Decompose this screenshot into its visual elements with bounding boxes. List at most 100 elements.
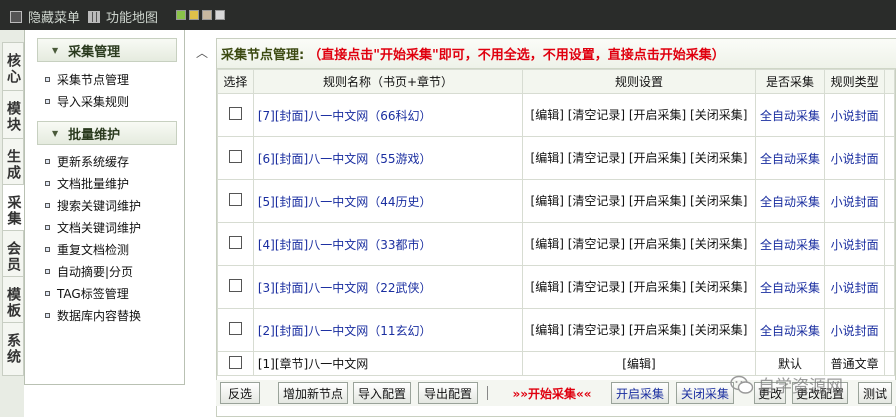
- menu-item-tag-manage[interactable]: TAG标签管理: [45, 282, 129, 304]
- menu-item-collect-nodes[interactable]: 采集节点管理: [45, 68, 129, 90]
- bullet-icon: [45, 246, 50, 252]
- menu-group-label: 批量维护: [68, 127, 121, 143]
- panel-title-label: 采集节点管理:: [221, 48, 305, 63]
- row-settings-links[interactable]: [编辑] [清空记录] [开启采集] [关闭采集]: [522, 136, 756, 180]
- row-rule-name[interactable]: [5][封面]八一中文网（44历史）: [252, 179, 524, 223]
- menu-item-db-replace[interactable]: 数据库内容替换: [45, 304, 141, 326]
- row-checkbox[interactable]: [228, 236, 242, 249]
- row-auto-collect[interactable]: 全自动采集: [754, 136, 826, 180]
- skin-swatch-green[interactable]: [176, 10, 186, 20]
- collapse-arrow-icon[interactable]: ︿: [196, 44, 208, 61]
- invert-select-button[interactable]: 反选: [220, 382, 260, 404]
- row-auto-collect[interactable]: 全自动采集: [754, 179, 826, 223]
- col-header-auto: 是否采集: [754, 69, 826, 94]
- table-row: [2][封面]八一中文网（11玄幻） [编辑] [清空记录] [开启采集] [关…: [217, 308, 895, 352]
- row-rule-type[interactable]: 小说封面: [824, 93, 886, 137]
- import-config-button[interactable]: 导入配置: [353, 382, 411, 404]
- triangle-down-icon: ▼: [52, 45, 59, 55]
- col-header-select: 选择: [217, 69, 254, 94]
- menu-item-update-cache[interactable]: 更新系统缓存: [45, 150, 129, 172]
- menu-group-collect[interactable]: ▼ 采集管理: [37, 38, 177, 62]
- sidebar-menu: ▼ 采集管理 采集节点管理 导入采集规则 ▼ 批量维护 更新系统缓存 文档批量维…: [24, 30, 185, 385]
- wechat-logo-icon: [730, 375, 754, 394]
- test-button[interactable]: 测试: [858, 382, 892, 404]
- site-map-label: 功能地图: [106, 11, 159, 26]
- row-rule-type[interactable]: 小说封面: [824, 308, 886, 352]
- left-tabs: 核心 模块 生成 采集 会员 模板 系统: [0, 30, 24, 417]
- table-header-row: 选择 规则名称（书页+章节） 规则设置 是否采集 规则类型: [217, 69, 895, 94]
- col-header-extra: [884, 69, 895, 94]
- col-header-name: 规则名称（书页+章节）: [252, 69, 524, 94]
- skin-swatch-yellow[interactable]: [189, 10, 199, 20]
- watermark-text: 自学资源网: [758, 377, 843, 397]
- collect-node-panel: 采集节点管理: （直接点击"开始采集"即可，不用全选，不用设置，直接点击开始采集…: [216, 38, 896, 417]
- menu-item-duplicate-check[interactable]: 重复文档检测: [45, 238, 129, 260]
- hide-menu-link[interactable]: 隐藏菜单: [10, 7, 80, 26]
- start-collect-button[interactable]: »»开始采集««: [497, 382, 607, 404]
- row-rule-type[interactable]: 小说封面: [824, 265, 886, 309]
- row-rule-name[interactable]: [3][封面]八一中文网（22武侠）: [252, 265, 524, 309]
- menu-item-label: 自动摘要|分页: [57, 264, 134, 279]
- row-auto-collect[interactable]: 全自动采集: [754, 265, 826, 309]
- nodes-table: 选择 规则名称（书页+章节） 规则设置 是否采集 规则类型 [7][封面]八一中…: [217, 69, 895, 376]
- enable-collect-button[interactable]: 开启采集: [611, 382, 669, 404]
- panel-title: 采集节点管理: （直接点击"开始采集"即可，不用全选，不用设置，直接点击开始采集…: [217, 39, 896, 69]
- disable-collect-button[interactable]: 关闭采集: [676, 382, 734, 404]
- bullet-icon: [45, 268, 50, 274]
- bullet-icon: [45, 158, 50, 164]
- row-settings-links[interactable]: [编辑] [清空记录] [开启采集] [关闭采集]: [522, 308, 756, 352]
- col-header-settings: 规则设置: [522, 69, 756, 94]
- row-checkbox[interactable]: [228, 322, 242, 335]
- table-row: [3][封面]八一中文网（22武侠） [编辑] [清空记录] [开启采集] [关…: [217, 265, 895, 309]
- row-settings-links[interactable]: [编辑] [清空记录] [开启采集] [关闭采集]: [522, 222, 756, 266]
- tab-module[interactable]: 模块: [2, 90, 24, 144]
- add-node-button[interactable]: 增加新节点: [278, 382, 348, 404]
- menu-item-batch-docs[interactable]: 文档批量维护: [45, 172, 129, 194]
- skin-swatch-gray[interactable]: [215, 10, 225, 20]
- menu-item-import-rules[interactable]: 导入采集规则: [45, 90, 129, 112]
- menu-item-label: TAG标签管理: [57, 286, 129, 301]
- menu-item-label: 更新系统缓存: [57, 154, 130, 169]
- row-settings-links[interactable]: [编辑]: [522, 351, 756, 376]
- skin-swatch-tan[interactable]: [202, 10, 212, 20]
- row-settings-links[interactable]: [编辑] [清空记录] [开启采集] [关闭采集]: [522, 265, 756, 309]
- menu-item-auto-summary[interactable]: 自动摘要|分页: [45, 260, 133, 282]
- menu-item-label: 文档关键词维护: [57, 220, 142, 235]
- hide-menu-icon: [10, 10, 22, 23]
- row-checkbox[interactable]: [228, 279, 242, 292]
- tab-system[interactable]: 系统: [2, 322, 24, 376]
- row-auto-collect[interactable]: 全自动采集: [754, 222, 826, 266]
- row-settings-links[interactable]: [编辑] [清空记录] [开启采集] [关闭采集]: [522, 93, 756, 137]
- row-rule-name[interactable]: [4][封面]八一中文网（33都市）: [252, 222, 524, 266]
- row-rule-type[interactable]: 小说封面: [824, 179, 886, 223]
- site-map-link[interactable]: 功能地图: [88, 7, 158, 26]
- menu-item-doc-keywords[interactable]: 文档关键词维护: [45, 216, 141, 238]
- row-auto-collect[interactable]: 全自动采集: [754, 308, 826, 352]
- row-rule-name[interactable]: [1][章节]八一中文网: [252, 351, 524, 376]
- row-checkbox[interactable]: [228, 107, 242, 120]
- toolbar-separator: [487, 386, 488, 400]
- menu-item-search-keywords[interactable]: 搜索关键词维护: [45, 194, 141, 216]
- menu-item-label: 数据库内容替换: [57, 308, 142, 323]
- grid-icon: [88, 10, 100, 23]
- bullet-icon: [45, 202, 50, 208]
- bullet-icon: [45, 290, 50, 296]
- menu-group-batch[interactable]: ▼ 批量维护: [37, 121, 177, 145]
- menu-item-label: 重复文档检测: [57, 242, 130, 257]
- row-checkbox[interactable]: [228, 355, 242, 369]
- row-rule-name[interactable]: [6][封面]八一中文网（55游戏）: [252, 136, 524, 180]
- tab-core[interactable]: 核心: [2, 42, 24, 96]
- export-config-button[interactable]: 导出配置: [418, 382, 478, 404]
- row-rule-type[interactable]: 小说封面: [824, 136, 886, 180]
- row-auto-collect[interactable]: 全自动采集: [754, 93, 826, 137]
- row-checkbox[interactable]: [228, 193, 242, 206]
- row-rule-name[interactable]: [7][封面]八一中文网（66科幻）: [252, 93, 524, 137]
- row-rule-type[interactable]: 小说封面: [824, 222, 886, 266]
- menu-item-label: 搜索关键词维护: [57, 198, 142, 213]
- watermark: 自学资源网: [730, 372, 843, 397]
- row-checkbox[interactable]: [228, 150, 242, 163]
- menu-item-label: 采集节点管理: [57, 72, 130, 87]
- row-settings-links[interactable]: [编辑] [清空记录] [开启采集] [关闭采集]: [522, 179, 756, 223]
- table-row: [4][封面]八一中文网（33都市） [编辑] [清空记录] [开启采集] [关…: [217, 222, 895, 266]
- row-rule-name[interactable]: [2][封面]八一中文网（11玄幻）: [252, 308, 524, 352]
